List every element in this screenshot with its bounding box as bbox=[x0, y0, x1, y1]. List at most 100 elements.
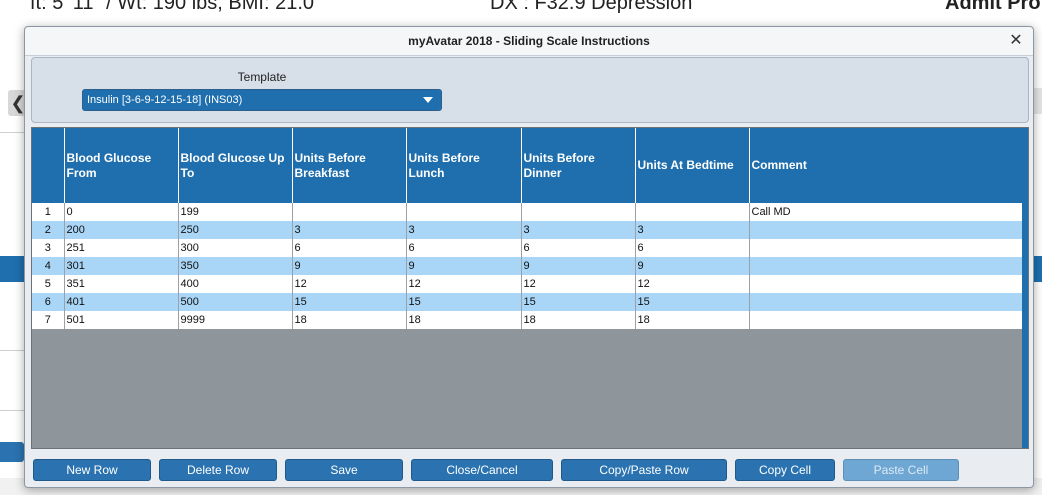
dialog-title: myAvatar 2018 - Sliding Scale Instructio… bbox=[25, 27, 1033, 56]
units-breakfast-cell[interactable]: 9 bbox=[292, 257, 407, 275]
column-header-comment[interactable]: Comment bbox=[749, 128, 1025, 203]
comment-cell[interactable] bbox=[749, 311, 1025, 329]
glucose-from-cell[interactable]: 301 bbox=[64, 257, 179, 275]
units-dinner-cell[interactable]: 15 bbox=[521, 293, 636, 311]
units-dinner-cell[interactable]: 18 bbox=[521, 311, 636, 329]
background-divider bbox=[0, 410, 24, 411]
patient-header: ft: 5' 11" / Wt: 190 lbs, BMI: 21.0 DX :… bbox=[0, 0, 1042, 28]
close-icon[interactable]: ✕ bbox=[1007, 27, 1025, 55]
background-panel-edge bbox=[1034, 88, 1042, 114]
units-bedtime-cell[interactable]: 6 bbox=[635, 239, 750, 257]
background-button[interactable] bbox=[0, 442, 24, 462]
units-bedtime-cell[interactable]: 15 bbox=[635, 293, 750, 311]
comment-cell[interactable] bbox=[749, 221, 1025, 239]
glucose-from-cell[interactable]: 351 bbox=[64, 275, 179, 293]
table-row[interactable]: 6 401 500 15 15 15 15 bbox=[32, 293, 1025, 311]
row-number: 2 bbox=[32, 221, 65, 239]
row-number: 7 bbox=[32, 311, 65, 329]
new-row-button[interactable]: New Row bbox=[33, 459, 151, 481]
units-dinner-cell[interactable]: 9 bbox=[521, 257, 636, 275]
units-bedtime-cell[interactable]: 12 bbox=[635, 275, 750, 293]
units-breakfast-cell[interactable]: 3 bbox=[292, 221, 407, 239]
units-bedtime-cell[interactable]: 3 bbox=[635, 221, 750, 239]
units-breakfast-cell[interactable]: 6 bbox=[292, 239, 407, 257]
column-header-units-bedtime[interactable]: Units At Bedtime bbox=[635, 128, 750, 203]
template-selected-value: Insulin [3-6-9-12-15-18] (INS03) bbox=[87, 94, 243, 106]
table-row[interactable]: 5 351 400 12 12 12 12 bbox=[32, 275, 1025, 293]
glucose-up-to-cell[interactable]: 500 bbox=[178, 293, 293, 311]
comment-cell[interactable] bbox=[749, 275, 1025, 293]
table-row[interactable]: 4 301 350 9 9 9 9 bbox=[32, 257, 1025, 275]
table-header-row: Blood Glucose From Blood Glucose Up To U… bbox=[32, 128, 1025, 203]
sliding-scale-table: Blood Glucose From Blood Glucose Up To U… bbox=[32, 128, 1025, 329]
comment-cell[interactable]: Call MD bbox=[749, 203, 1025, 221]
row-number: 5 bbox=[32, 275, 65, 293]
glucose-from-cell[interactable]: 200 bbox=[64, 221, 179, 239]
column-header-glucose-from[interactable]: Blood Glucose From bbox=[64, 128, 179, 203]
units-lunch-cell[interactable]: 9 bbox=[406, 257, 522, 275]
comment-cell[interactable] bbox=[749, 239, 1025, 257]
units-lunch-cell[interactable]: 12 bbox=[406, 275, 522, 293]
units-dinner-cell[interactable]: 12 bbox=[521, 275, 636, 293]
units-bedtime-cell[interactable]: 18 bbox=[635, 311, 750, 329]
units-lunch-cell[interactable]: 3 bbox=[406, 221, 522, 239]
row-number: 3 bbox=[32, 239, 65, 257]
table-body: 1 0 199 Call MD 2 200 250 3 3 3 3 3 251 300 6 6 6 6 4 301 35… bbox=[32, 203, 1025, 329]
units-bedtime-cell[interactable] bbox=[635, 203, 750, 221]
units-lunch-cell[interactable]: 15 bbox=[406, 293, 522, 311]
units-breakfast-cell[interactable]: 18 bbox=[292, 311, 407, 329]
grid-scrollbar[interactable] bbox=[1022, 128, 1028, 448]
glucose-from-cell[interactable]: 401 bbox=[64, 293, 179, 311]
glucose-from-cell[interactable]: 0 bbox=[64, 203, 179, 221]
template-panel: Template Insulin [3-6-9-12-15-18] (INS03… bbox=[31, 57, 1029, 123]
units-dinner-cell[interactable]: 6 bbox=[521, 239, 636, 257]
column-header-row-number bbox=[32, 128, 65, 203]
table-row[interactable]: 1 0 199 Call MD bbox=[32, 203, 1025, 221]
delete-row-button[interactable]: Delete Row bbox=[159, 459, 277, 481]
units-lunch-cell[interactable]: 6 bbox=[406, 239, 522, 257]
save-button[interactable]: Save bbox=[285, 459, 403, 481]
glucose-up-to-cell[interactable]: 250 bbox=[178, 221, 293, 239]
units-bedtime-cell[interactable]: 9 bbox=[635, 257, 750, 275]
units-lunch-cell[interactable] bbox=[406, 203, 522, 221]
patient-vitals: ft: 5' 11" / Wt: 190 lbs, BMI: 21.0 bbox=[30, 0, 315, 14]
row-number: 1 bbox=[32, 203, 65, 221]
table-row[interactable]: 3 251 300 6 6 6 6 bbox=[32, 239, 1025, 257]
units-breakfast-cell[interactable] bbox=[292, 203, 407, 221]
patient-diagnosis: DX : F32.9 Depression bbox=[490, 0, 693, 14]
copy-paste-row-button[interactable]: Copy/Paste Row bbox=[561, 459, 727, 481]
units-breakfast-cell[interactable]: 12 bbox=[292, 275, 407, 293]
glucose-from-cell[interactable]: 501 bbox=[64, 311, 179, 329]
chevron-down-icon bbox=[423, 97, 433, 103]
table-row[interactable]: 2 200 250 3 3 3 3 bbox=[32, 221, 1025, 239]
comment-cell[interactable] bbox=[749, 257, 1025, 275]
column-header-units-breakfast[interactable]: Units Before Breakfast bbox=[292, 128, 407, 203]
units-dinner-cell[interactable]: 3 bbox=[521, 221, 636, 239]
glucose-up-to-cell[interactable]: 400 bbox=[178, 275, 293, 293]
page: ft: 5' 11" / Wt: 190 lbs, BMI: 21.0 DX :… bbox=[0, 0, 1042, 495]
units-dinner-cell[interactable] bbox=[521, 203, 636, 221]
units-breakfast-cell[interactable]: 15 bbox=[292, 293, 407, 311]
template-select[interactable]: Insulin [3-6-9-12-15-18] (INS03) bbox=[82, 89, 442, 111]
admit-info: Admit Pro bbox=[945, 0, 1041, 14]
copy-cell-button[interactable]: Copy Cell bbox=[735, 459, 835, 481]
glucose-up-to-cell[interactable]: 350 bbox=[178, 257, 293, 275]
glucose-from-cell[interactable]: 251 bbox=[64, 239, 179, 257]
column-header-units-dinner[interactable]: Units Before Dinner bbox=[521, 128, 636, 203]
background-divider bbox=[0, 350, 24, 351]
close-cancel-button[interactable]: Close/Cancel bbox=[411, 459, 553, 481]
glucose-up-to-cell[interactable]: 9999 bbox=[178, 311, 293, 329]
paste-cell-button[interactable]: Paste Cell bbox=[843, 459, 959, 481]
column-header-units-lunch[interactable]: Units Before Lunch bbox=[406, 128, 522, 203]
row-number: 6 bbox=[32, 293, 65, 311]
row-number: 4 bbox=[32, 257, 65, 275]
glucose-up-to-cell[interactable]: 199 bbox=[178, 203, 293, 221]
background-divider bbox=[0, 132, 24, 133]
units-lunch-cell[interactable]: 18 bbox=[406, 311, 522, 329]
column-header-glucose-up-to[interactable]: Blood Glucose Up To bbox=[178, 128, 293, 203]
glucose-up-to-cell[interactable]: 300 bbox=[178, 239, 293, 257]
template-label: Template bbox=[237, 70, 287, 84]
comment-cell[interactable] bbox=[749, 293, 1025, 311]
table-row[interactable]: 7 501 9999 18 18 18 18 bbox=[32, 311, 1025, 329]
sliding-scale-grid[interactable]: Blood Glucose From Blood Glucose Up To U… bbox=[31, 127, 1029, 449]
